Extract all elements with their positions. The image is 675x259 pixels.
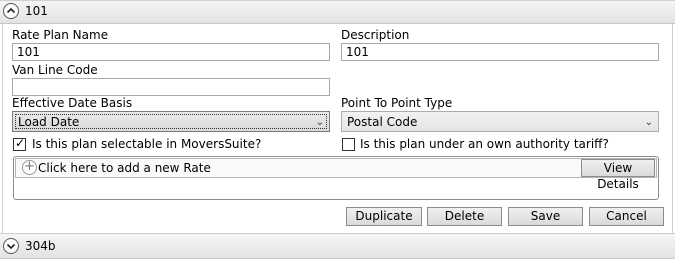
cancel-button[interactable]: Cancel [589, 207, 664, 226]
section-header-304b[interactable]: 304b [0, 233, 675, 259]
effective-date-basis-label: Effective Date Basis [12, 96, 133, 110]
van-line-code-input[interactable] [12, 78, 330, 96]
effective-date-basis-value: Load Date [18, 115, 80, 129]
view-details-button[interactable]: View Details [581, 159, 655, 191]
description-input[interactable] [341, 43, 659, 61]
section-header-101[interactable]: 101 [0, 0, 675, 24]
rate-plan-name-input[interactable] [12, 43, 330, 61]
van-line-code-label: Van Line Code [12, 63, 98, 77]
selectable-checkbox[interactable]: ✓ [13, 136, 26, 151]
point-to-point-type-value: Postal Code [347, 115, 418, 129]
point-to-point-type-select[interactable]: Postal Code ⌄ [341, 111, 659, 132]
add-rate-label[interactable]: Click here to add a new Rate [38, 161, 211, 175]
chevron-down-icon: ⌄ [315, 117, 324, 128]
save-button[interactable]: Save [508, 207, 583, 226]
effective-date-basis-select[interactable]: Load Date ⌄ [12, 111, 330, 132]
own-authority-label: Is this plan under an own authority tari… [360, 137, 609, 151]
selectable-label: Is this plan selectable in MoversSuite? [32, 137, 262, 151]
chevron-down-icon: ⌄ [644, 117, 653, 128]
rate-plan-panel: Rate Plan Name Description Van Line Code… [2, 24, 673, 233]
add-rate-row[interactable]: + Click here to add a new Rate View Deta… [15, 158, 657, 191]
section-title: 304b [25, 239, 56, 253]
point-to-point-type-label: Point To Point Type [341, 96, 453, 110]
rate-plan-name-label: Rate Plan Name [12, 28, 109, 42]
duplicate-button[interactable]: Duplicate [346, 207, 422, 226]
rates-grid: + Click here to add a new Rate View Deta… [13, 156, 659, 200]
own-authority-checkbox[interactable] [342, 138, 355, 151]
add-icon[interactable]: + [22, 160, 37, 175]
chevron-up-icon[interactable] [3, 3, 19, 19]
section-title: 101 [25, 4, 48, 18]
chevron-down-icon[interactable] [3, 238, 19, 254]
checkmark-icon: ✓ [15, 136, 26, 150]
delete-button[interactable]: Delete [427, 207, 502, 226]
description-label: Description [341, 28, 410, 42]
